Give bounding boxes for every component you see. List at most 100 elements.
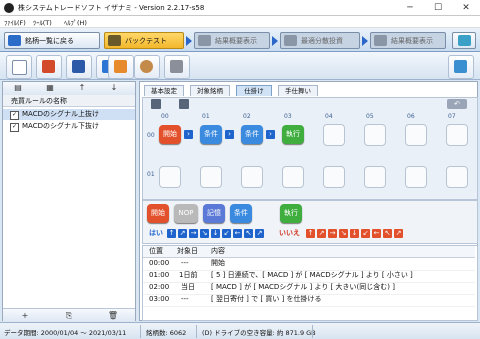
no-arrow-extra-icon[interactable]: ↗ xyxy=(394,229,403,238)
rule-list-bottom-toolbar: + ⎘ 🗑 xyxy=(3,308,135,322)
grid-cell[interactable] xyxy=(200,166,222,188)
palette-execute-block[interactable]: 執行 xyxy=(280,204,302,223)
no-arrow-upright-icon[interactable]: ↗ xyxy=(317,229,326,238)
menu-tools[interactable]: ﾂｰﾙ(T) xyxy=(33,17,52,27)
grid-cell[interactable] xyxy=(159,166,181,188)
paint-palette-icon xyxy=(140,60,153,73)
no-arrow-up-icon[interactable]: ↑ xyxy=(306,229,315,238)
palette-nop-block[interactable]: NOP xyxy=(174,204,198,223)
yes-arrow-extra-icon[interactable]: ↗ xyxy=(255,229,264,238)
log-row[interactable]: 03:00 --- [ 翌日寄付 ] で [ 買い ] を仕掛ける xyxy=(143,294,475,307)
yes-arrow-right-icon[interactable]: → xyxy=(189,229,198,238)
settings-tab[interactable] xyxy=(452,32,476,49)
yes-arrow-up-icon[interactable]: ↑ xyxy=(167,229,176,238)
optimize-label: 最適分散投資 xyxy=(301,37,343,45)
delete-rule-icon[interactable]: 🗑 xyxy=(93,310,133,321)
no-arrow-upleft-icon[interactable]: ↖ xyxy=(383,229,392,238)
rule-item[interactable]: ✓ MACDのシグナル下抜け xyxy=(3,121,135,132)
arrow-right-icon: › xyxy=(266,130,275,139)
grid-cell[interactable] xyxy=(405,166,427,188)
rule-checkbox[interactable]: ✓ xyxy=(10,111,19,120)
rule-list-copy-icon[interactable]: ▤ xyxy=(3,83,33,93)
log-day: --- xyxy=(181,295,189,303)
backtest-tab[interactable]: バックテスト xyxy=(104,32,184,49)
column-number: 03 xyxy=(284,113,292,120)
log-content: [ 翌日寄付 ] で [ 買い ] を仕掛ける xyxy=(211,295,322,303)
execute-block[interactable]: 執行 xyxy=(282,125,304,144)
maximize-icon[interactable]: ☐ xyxy=(424,0,452,16)
add-rule-icon[interactable]: + xyxy=(5,310,45,321)
tab-basic-settings[interactable]: 基本設定 xyxy=(144,85,184,96)
yes-arrow-upleft-icon[interactable]: ↖ xyxy=(244,229,253,238)
start-block[interactable]: 開始 xyxy=(159,125,181,144)
tab-entry[interactable]: 仕掛け xyxy=(236,85,272,96)
result-summary-tab[interactable]: 結果概要表示 xyxy=(194,32,270,49)
grid-cell[interactable] xyxy=(364,166,386,188)
no-arrow-downleft-icon[interactable]: ↙ xyxy=(361,229,370,238)
yes-arrow-down-icon[interactable]: ↓ xyxy=(211,229,220,238)
save-icon xyxy=(72,60,85,73)
optimize-tab[interactable]: 最適分散投資 xyxy=(280,32,360,49)
rule-list-toolbar: ▤ ▦ ↑ ↓ xyxy=(3,82,135,96)
log-position: 02:00 xyxy=(149,283,170,291)
duplicate-rule-icon[interactable]: ⎘ xyxy=(49,310,89,321)
grid-cell[interactable] xyxy=(241,166,263,188)
condition-block[interactable]: 条件 xyxy=(241,125,263,144)
move-up-icon[interactable]: ↑ xyxy=(67,83,97,93)
tab-target-stocks[interactable]: 対象銘柄 xyxy=(190,85,230,96)
tab-exit[interactable]: 手仕舞い xyxy=(278,85,318,96)
arrow-right-icon: › xyxy=(184,130,193,139)
log-position: 00:00 xyxy=(149,259,170,267)
rule-item[interactable]: ✓ MACDのシグナル上抜け xyxy=(3,109,135,120)
yes-arrow-downright-icon[interactable]: ↘ xyxy=(200,229,209,238)
back-to-list-tab[interactable]: 銘柄一覧に戻る xyxy=(4,32,100,49)
log-day: --- xyxy=(181,259,189,267)
grid-tool-icon[interactable] xyxy=(179,99,189,109)
yes-arrow-upright-icon[interactable]: ↗ xyxy=(178,229,187,238)
grid-tool-icon[interactable] xyxy=(151,99,161,109)
undo-icon[interactable]: ↶ xyxy=(447,99,467,109)
grid-cell[interactable] xyxy=(446,124,468,146)
grid-cell[interactable] xyxy=(446,166,468,188)
condition-block[interactable]: 条件 xyxy=(200,125,222,144)
grid-cell[interactable] xyxy=(323,166,345,188)
save-button[interactable] xyxy=(66,55,92,79)
no-arrow-left-icon[interactable]: ← xyxy=(372,229,381,238)
back-to-list-label: 銘柄一覧に戻る xyxy=(25,37,74,45)
no-arrow-right-icon[interactable]: → xyxy=(328,229,337,238)
menu-file[interactable]: ﾌｧｲﾙ(F) xyxy=(4,17,26,27)
no-arrow-downright-icon[interactable]: ↘ xyxy=(339,229,348,238)
status-separator xyxy=(312,325,313,338)
close-icon[interactable]: ✕ xyxy=(452,0,480,16)
status-bar: データ期間: 2000/01/04 〜 2021/03/11 銘柄数: 6062… xyxy=(0,322,480,339)
minimize-icon[interactable]: ─ xyxy=(396,0,424,16)
block-palette: 開始 NOP 記憶 条件 執行 はい ↑ ↗ → ↘ ↓ ↙ ← ↖ ↗ いいえ… xyxy=(142,200,478,244)
import-icon xyxy=(114,60,127,73)
optimize-icon xyxy=(284,35,297,46)
column-number: 02 xyxy=(243,113,251,120)
grid-cell[interactable] xyxy=(323,124,345,146)
move-down-icon[interactable]: ↓ xyxy=(99,83,129,93)
palette-memory-block[interactable]: 記憶 xyxy=(203,204,225,223)
no-arrow-down-icon[interactable]: ↓ xyxy=(350,229,359,238)
yes-arrow-left-icon[interactable]: ← xyxy=(233,229,242,238)
menu-help[interactable]: ﾍﾙﾌﾟ(H) xyxy=(64,17,87,27)
tools-button[interactable] xyxy=(164,55,190,79)
rule-list-paste-icon[interactable]: ▦ xyxy=(35,83,65,93)
result-summary-label: 結果概要表示 xyxy=(215,37,257,45)
import-button[interactable] xyxy=(108,55,134,79)
open-button[interactable] xyxy=(36,55,62,79)
title-bar: 株システムトレードソフト イザナミ - Version 2.2.17-s58 ─… xyxy=(0,0,480,16)
grid-cell[interactable] xyxy=(405,124,427,146)
grid-cell[interactable] xyxy=(364,124,386,146)
config-button[interactable] xyxy=(448,55,474,79)
new-button[interactable] xyxy=(6,55,32,79)
grid-cell[interactable] xyxy=(282,166,304,188)
yes-arrow-downleft-icon[interactable]: ↙ xyxy=(222,229,231,238)
palette-condition-block[interactable]: 条件 xyxy=(230,204,252,223)
palette-start-block[interactable]: 開始 xyxy=(147,204,169,223)
palette-button[interactable] xyxy=(134,55,160,79)
result-summary-tab-2[interactable]: 結果概要表示 xyxy=(370,32,446,49)
log-content: [ MACD ] が [ MACDシグナル ] より [ 大きい(同じ含む) ] xyxy=(211,283,395,291)
rule-checkbox[interactable]: ✓ xyxy=(10,123,19,132)
